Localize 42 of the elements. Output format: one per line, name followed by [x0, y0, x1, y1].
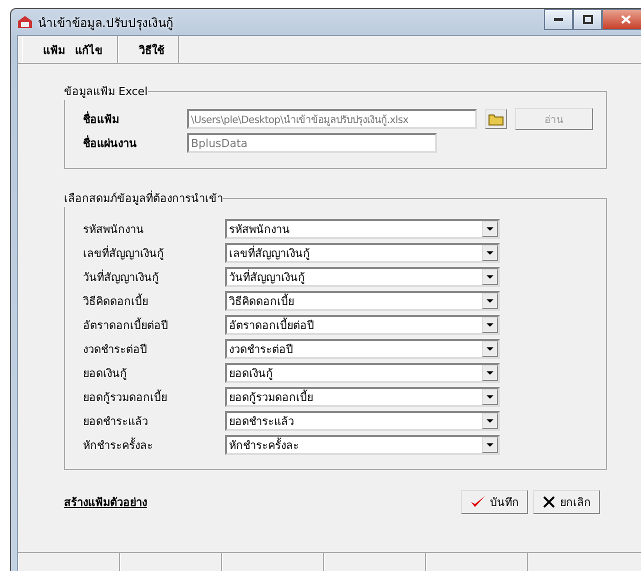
field-label: เลขที่สัญญาเงินกู้ [82, 244, 165, 262]
maximize-button[interactable] [573, 9, 602, 30]
field-label: หักชำระครั้งละ [82, 436, 154, 454]
menu-item[interactable]: วิธีใช้ [139, 40, 164, 58]
window-title: นำเข้าข้อมูล.ปรับปรุงเงินกู้ [38, 14, 173, 32]
field-label: วันที่สัญญาเงินกู้ [82, 268, 160, 286]
column-dropdown[interactable]: ยอดกู้รวมดอกเบี้ย [225, 387, 500, 407]
column-dropdown[interactable]: อัตราดอกเบี้ยต่อปี [225, 315, 500, 335]
column-dropdown[interactable]: งวดชำระต่อปี [225, 339, 500, 359]
group-title: ข้อมูลแฟ้ม Excel [64, 84, 148, 100]
field-label: ชื่อแผ่นงาน [83, 134, 138, 152]
field-label: งวดชำระต่อปี [82, 342, 148, 358]
close-icon [621, 15, 631, 24]
maximize-icon [582, 15, 592, 24]
app-icon [17, 15, 33, 29]
field-label: อัตราดอกเบี้ยต่อปี [82, 316, 169, 334]
column-dropdown[interactable]: วิธีคิดดอกเบี้ย [225, 291, 500, 311]
cancel-button[interactable]: ยกเลิก [533, 490, 600, 514]
save-button[interactable]: บันทึก [461, 490, 528, 514]
field-label: ยอดชำระแล้ว [82, 414, 149, 430]
menu-item[interactable]: แก้ไข [75, 40, 103, 58]
minimize-button[interactable] [544, 9, 573, 30]
column-dropdown[interactable]: เลขที่สัญญาเงินกู้ [225, 243, 500, 263]
group-title: เลือกสดมภ์ข้อมูลที่ต้องการนำเข้า [64, 190, 223, 207]
field-label: ยอดเงินกู้ [82, 366, 128, 382]
column-dropdown[interactable]: รหัสพนักงาน [225, 219, 500, 239]
column-dropdown[interactable]: วันที่สัญญาเงินกู้ [225, 267, 500, 287]
close-button[interactable] [602, 9, 641, 30]
minimize-icon [554, 18, 563, 21]
menu-item[interactable]: แฟ้ม [43, 40, 65, 58]
column-dropdown[interactable]: หักชำระครั้งละ [225, 435, 500, 455]
column-dropdown[interactable]: ยอดชำระแล้ว [225, 411, 500, 431]
folder-icon [488, 112, 504, 126]
sample-file-link[interactable]: สร้างแฟ้มตัวอย่าง [64, 493, 147, 511]
field-label: วิธีคิดดอกเบี้ย [82, 292, 149, 310]
field-label: ชื่อแฟ้ม [83, 110, 120, 128]
field-label: รหัสพนักงาน [82, 222, 145, 238]
browse-button[interactable] [485, 109, 507, 129]
check-icon [470, 495, 486, 509]
close-icon [542, 495, 556, 509]
field-label: ยอดกู้รวมดอกเบี้ย [82, 388, 168, 406]
column-dropdown[interactable]: ยอดเงินกู้ [225, 363, 500, 383]
